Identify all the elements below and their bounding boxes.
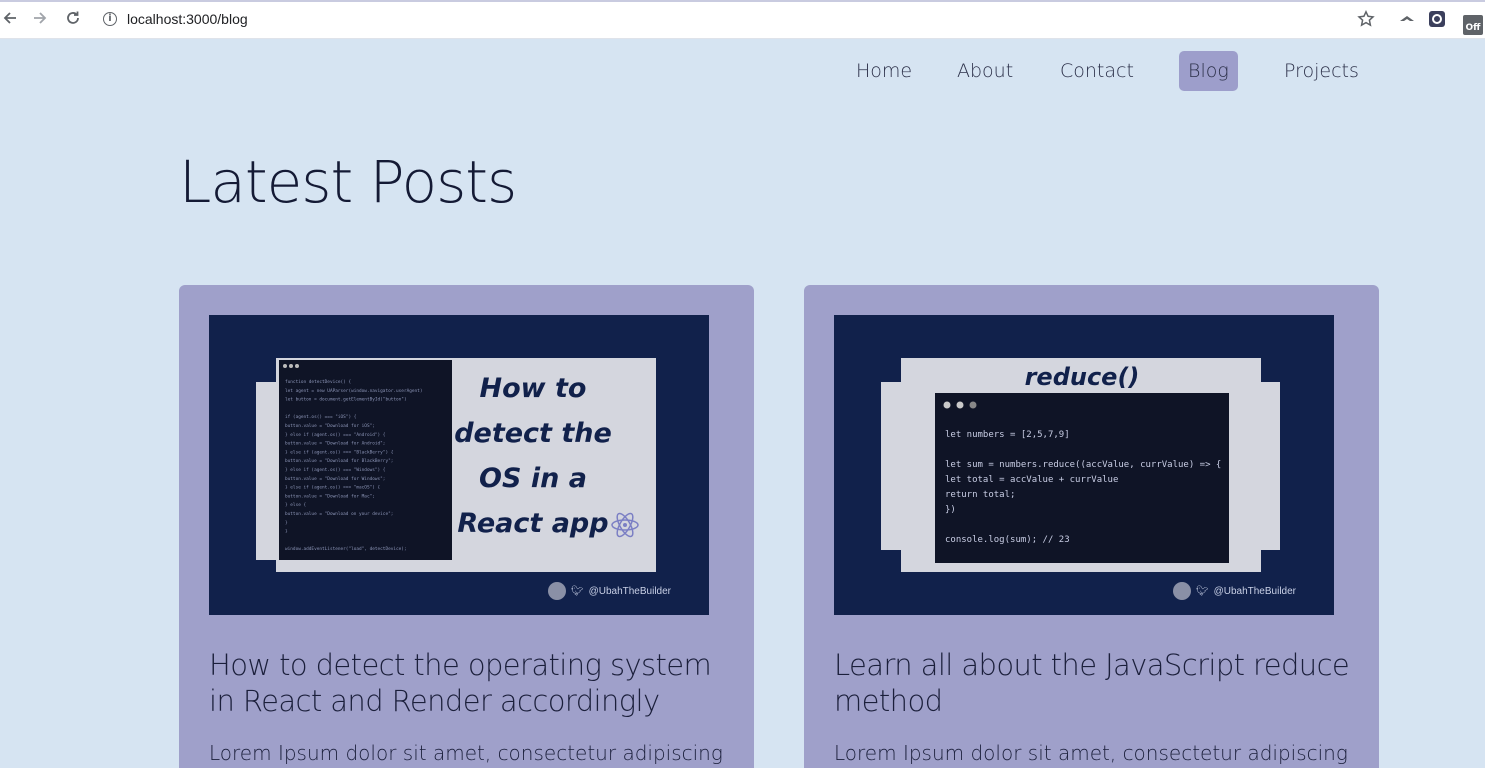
code-line: } else if (agent.os() === "Windows") {: [285, 467, 386, 473]
post-thumbnail[interactable]: let numbers = [2,5,7,9] let sum = numbers…: [834, 315, 1334, 615]
code-line: console.log(sum); // 23: [945, 535, 1070, 545]
code-line: button.value = "Download for Windows";: [285, 476, 385, 482]
thumbnail-graphic: let numbers = [2,5,7,9] let sum = numbers…: [881, 358, 1280, 572]
code-line: button.value = "Download for iOS";: [285, 423, 375, 429]
thumbnail-headline: detect the: [454, 418, 612, 449]
nav-link-projects[interactable]: Projects: [1284, 51, 1359, 91]
post-excerpt: Lorem Ipsum dolor sit amet, consectetur …: [209, 741, 729, 765]
forward-arrow-icon[interactable]: [30, 9, 50, 29]
page-title: Latest Posts: [179, 148, 517, 216]
nav-link-contact[interactable]: Contact: [1060, 51, 1134, 91]
code-line: } else if (agent.os() === "Android") {: [285, 432, 386, 438]
code-line: button.value = "Download for BlackBerry"…: [285, 458, 393, 464]
site-nav: Home About Contact Blog Projects: [0, 51, 1485, 91]
thumbnail-headline: reduce(): [1025, 363, 1140, 391]
url-text[interactable]: localhost:3000/blog: [127, 11, 248, 27]
post-title[interactable]: How to detect the operating system in Re…: [209, 647, 729, 719]
code-line: if (agent.os() === "iOS") {: [285, 414, 357, 420]
tab-strip-edge: [0, 0, 1485, 2]
code-line: window.addEventListener("load", detectDe…: [285, 546, 407, 552]
code-line: let numbers = [2,5,7,9]: [945, 430, 1070, 440]
twitter-icon: 🐦︎: [570, 585, 584, 597]
code-line: }: [285, 520, 288, 526]
browser-toolbar: i localhost:3000/blog Off: [0, 0, 1485, 39]
code-line: }): [945, 505, 956, 515]
code-line: button.value = "Download on your device"…: [285, 511, 393, 517]
post-card[interactable]: function detectDevice() { let agent = ne…: [179, 285, 754, 768]
post-excerpt: Lorem Ipsum dolor sit amet, consectetur …: [834, 741, 1354, 765]
code-line: } else if (agent.os() === "BlackBerry") …: [285, 449, 394, 455]
thumbnail-headline: React app: [457, 508, 608, 539]
extension-icon[interactable]: [1398, 10, 1416, 28]
extension-off-label: Off: [1466, 23, 1482, 33]
thumbnail-credit: 🐦︎ @UbahTheBuilder: [1172, 582, 1296, 600]
thumbnail-headline: OS in a: [479, 463, 587, 494]
code-line: let button = document.getElementById("bu…: [285, 397, 407, 403]
avatar: [547, 582, 566, 600]
credit-handle: @UbahTheBuilder: [1213, 585, 1296, 597]
code-line: function detectDevice() {: [285, 379, 351, 385]
code-line: let total = accValue + currValue: [945, 475, 1118, 485]
thumbnail-credit: 🐦︎ @UbahTheBuilder: [547, 582, 671, 600]
address-bar[interactable]: i localhost:3000/blog: [103, 8, 248, 30]
reload-icon[interactable]: [63, 9, 83, 29]
nav-link-blog[interactable]: Blog: [1179, 51, 1238, 91]
back-arrow-icon[interactable]: [0, 9, 20, 29]
post-title[interactable]: Learn all about the JavaScript reduce me…: [834, 647, 1354, 719]
code-line: button.value = "Download for Mac";: [285, 493, 375, 499]
code-line: let sum = numbers.reduce((accValue, curr…: [945, 460, 1221, 470]
code-line: button.value = "Download for Android";: [285, 441, 385, 447]
nav-link-home[interactable]: Home: [856, 51, 912, 91]
thumbnail-headline: How to: [480, 373, 587, 404]
code-line: return total;: [945, 490, 1015, 500]
extension-icon[interactable]: [1428, 10, 1446, 28]
info-icon[interactable]: i: [103, 12, 117, 26]
star-icon[interactable]: [1357, 10, 1375, 28]
code-line: let agent = new UAParser(window.navigato…: [285, 388, 422, 394]
code-line: } else {: [285, 502, 307, 508]
thumbnail-graphic: function detectDevice() { let agent = ne…: [256, 358, 656, 572]
extension-off-icon[interactable]: Off: [1462, 14, 1484, 35]
post-card[interactable]: let numbers = [2,5,7,9] let sum = numbers…: [804, 285, 1379, 768]
credit-handle: @UbahTheBuilder: [588, 585, 671, 597]
code-line: }: [285, 529, 288, 535]
post-thumbnail[interactable]: function detectDevice() { let agent = ne…: [209, 315, 709, 615]
code-line: } else if (agent.os() === "macOS") {: [285, 485, 381, 491]
nav-link-about[interactable]: About: [957, 51, 1013, 91]
twitter-icon: 🐦︎: [1195, 585, 1209, 597]
avatar: [1172, 582, 1191, 600]
